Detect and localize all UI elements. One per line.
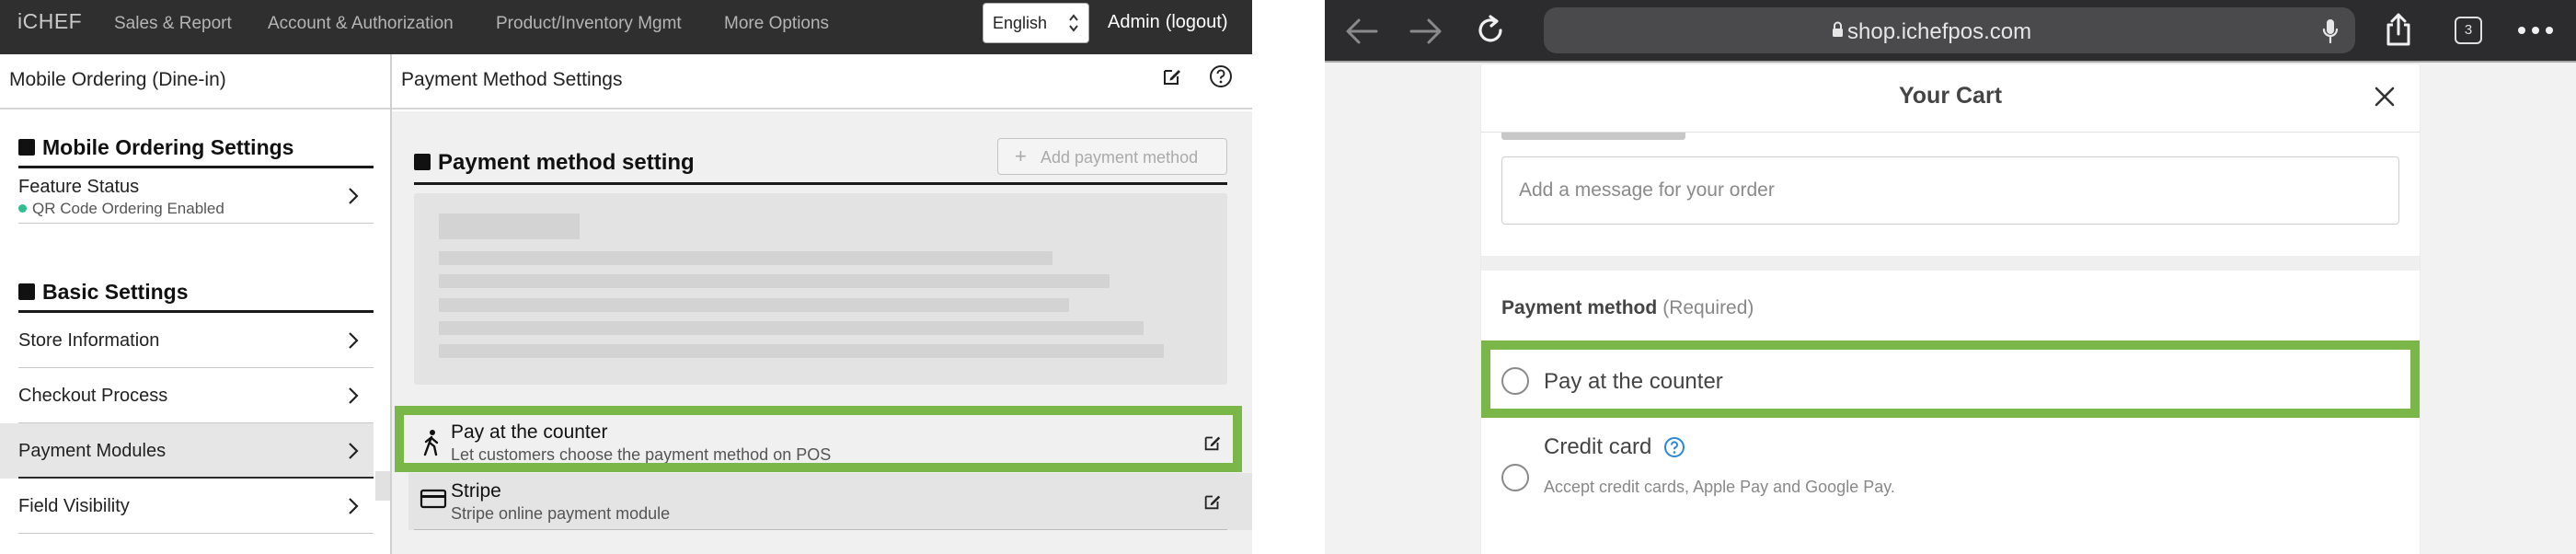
skeleton-line	[439, 298, 1069, 312]
section-marker-icon	[18, 283, 35, 300]
chevron-right-icon	[349, 387, 359, 404]
payment-method-settings-panel: Payment method setting + Add payment met…	[392, 111, 1252, 554]
sidebar-item-label: Field Visibility	[18, 496, 130, 516]
add-payment-method-button[interactable]: + Add payment method	[997, 138, 1227, 175]
row-divider	[414, 529, 1227, 530]
payment-method-name: Stripe	[451, 480, 501, 502]
row-divider	[18, 533, 374, 534]
payment-option-name: Credit card	[1544, 434, 1652, 459]
reload-icon[interactable]	[1475, 15, 1506, 46]
payment-option-credit-card[interactable]: Credit card Accept credit cards, Apple P…	[1481, 423, 2420, 515]
highlight-box-pay-at-counter	[395, 406, 1242, 472]
section-marker-icon	[18, 139, 35, 156]
section-marker-icon	[414, 154, 431, 170]
radio-button[interactable]	[1501, 464, 1529, 491]
ichef-logo[interactable]: iCHEF	[17, 9, 82, 34]
sidebar-item-checkout-process[interactable]: Checkout Process	[0, 368, 374, 423]
sidebar-item-payment-modules[interactable]: Payment Modules	[0, 423, 374, 479]
sidebar-item-label: Feature Status	[18, 177, 140, 197]
add-payment-method-label: Add payment method	[1041, 148, 1199, 167]
admin-account: Admin (logout)	[1108, 12, 1228, 33]
browser-toolbar: shop.ichefpos.com 3	[1325, 0, 2576, 63]
chevron-right-icon	[349, 188, 359, 204]
sidebar-item-label: Store Information	[18, 330, 160, 351]
payment-method-row-stripe[interactable]: Stripe Stripe online payment module	[408, 473, 1252, 530]
microphone-icon[interactable]	[2322, 18, 2339, 44]
nav-more-options[interactable]: More Options	[724, 14, 829, 34]
mobile-browser-panel: shop.ichefpos.com 3 Your Cart Payment me…	[1325, 0, 2576, 554]
language-select[interactable]: English	[983, 3, 1089, 43]
section-separator	[1481, 256, 2420, 271]
share-icon[interactable]	[2385, 12, 2412, 47]
skeleton-line	[439, 214, 580, 239]
select-caret-icon	[1069, 14, 1078, 32]
skeleton-line	[439, 344, 1164, 358]
sidebar-item-feature-status[interactable]: Feature Status QR Code Ordering Enabled	[0, 168, 374, 224]
cart-modal: Your Cart Payment method(Required) Pay a…	[1481, 64, 2420, 554]
logout-link[interactable]: (logout)	[1166, 12, 1228, 32]
section-title-payment-method-settings: Payment Method Settings	[401, 69, 623, 90]
skeleton-line	[439, 321, 1144, 335]
highlight-box-pay-at-counter	[1481, 340, 2420, 418]
chevron-right-icon	[349, 332, 359, 349]
loading-skeleton	[414, 193, 1227, 385]
top-nav-bar: iCHEF Sales & Report Account & Authoriza…	[0, 0, 1252, 54]
payment-method-label: Payment method (Required)	[1501, 297, 1754, 318]
tabs-count-button[interactable]: 3	[2455, 17, 2482, 44]
forward-arrow-icon[interactable]	[1409, 17, 1443, 45]
credit-card-icon	[420, 489, 447, 509]
sidebar-section-mobile-ordering-settings: Mobile Ordering Settings	[18, 135, 293, 160]
sidebar-item-field-visibility[interactable]: Field Visibility	[0, 479, 374, 534]
nav-account-authorization[interactable]: Account & Authorization	[268, 14, 454, 34]
help-icon[interactable]	[1209, 64, 1233, 88]
skeleton-line	[439, 274, 1110, 288]
back-arrow-icon[interactable]	[1345, 17, 1378, 45]
sidebar-section-basic-settings: Basic Settings	[18, 280, 189, 305]
ichef-admin-panel: iCHEF Sales & Report Account & Authoriza…	[0, 0, 1252, 554]
nav-sales-report[interactable]: Sales & Report	[114, 14, 232, 34]
sidebar-item-store-information[interactable]: Store Information	[0, 313, 374, 368]
status-dot-icon	[18, 204, 27, 213]
payment-option-description: Accept credit cards, Apple Pay and Googl…	[1544, 478, 1895, 496]
help-icon[interactable]	[1663, 436, 1685, 458]
edit-icon[interactable]	[1202, 491, 1223, 512]
order-message-input[interactable]	[1501, 156, 2399, 225]
payment-method-setting-title: Payment method setting	[414, 150, 695, 176]
row-divider	[18, 223, 374, 224]
lock-icon	[1833, 21, 1843, 37]
address-bar[interactable]: shop.ichefpos.com	[1544, 7, 2355, 53]
skeleton-line	[439, 251, 1052, 265]
cart-header: Your Cart	[1481, 64, 2420, 133]
close-icon[interactable]	[2374, 86, 2396, 108]
sidebar-item-label: Checkout Process	[18, 386, 168, 406]
scrolled-content-edge	[1501, 133, 1731, 140]
admin-name: Admin	[1108, 12, 1160, 32]
more-options-icon[interactable]	[2517, 25, 2554, 36]
feature-status-text: QR Code Ordering Enabled	[18, 200, 224, 218]
language-select-value: English	[993, 14, 1048, 32]
section-title-mobile-ordering: Mobile Ordering (Dine-in)	[9, 69, 226, 90]
section-rule	[414, 182, 1227, 185]
address-bar-url: shop.ichefpos.com	[1847, 19, 2032, 44]
chevron-right-icon	[349, 443, 359, 459]
plus-icon: +	[1015, 144, 1027, 167]
cart-title: Your Cart	[1898, 83, 2003, 109]
edit-icon[interactable]	[1161, 65, 1183, 87]
sub-header: Mobile Ordering (Dine-in) Payment Method…	[0, 54, 1252, 110]
sidebar-item-label: Payment Modules	[18, 441, 167, 461]
required-marker: (Required)	[1662, 297, 1754, 318]
chevron-right-icon	[349, 498, 359, 514]
payment-method-description: Stripe online payment module	[451, 504, 671, 523]
nav-product-inventory[interactable]: Product/Inventory Mgmt	[496, 14, 682, 34]
sidebar-scroll-indicator[interactable]	[375, 471, 390, 501]
settings-sidebar: Mobile Ordering Settings Feature Status …	[0, 111, 390, 554]
